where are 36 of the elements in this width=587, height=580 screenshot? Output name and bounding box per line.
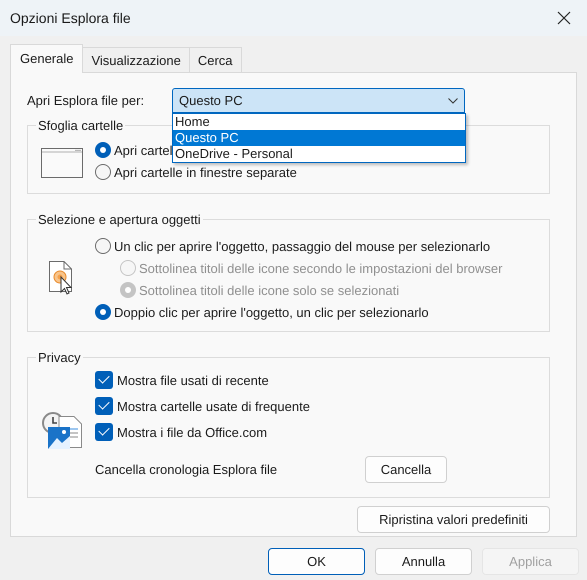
checkbox-label: Mostra i file da Office.com [117, 424, 268, 440]
checkbox[interactable] [95, 397, 113, 415]
dropdown-option[interactable]: Questo PC [173, 130, 465, 146]
clear-button[interactable]: Cancella [365, 456, 447, 482]
radio-label: Sottolinea titoli delle icone solo se selezionati [139, 282, 400, 298]
dropdown-option[interactable]: Home [173, 114, 465, 130]
tab[interactable]: Cerca [188, 47, 242, 72]
radio-label: Apri cartelle in finestre separate [114, 164, 297, 180]
checkbox-label: Mostra cartelle usate di frequente [117, 398, 310, 414]
radio-label: Doppio clic per aprire l'oggetto, un clic per selezionarlo [114, 304, 429, 320]
window-title: Opzioni Esplora file [10, 10, 131, 26]
chevron-down-icon [448, 98, 458, 104]
dropdown-option[interactable]: OneDrive - Personal [173, 146, 465, 162]
close-icon[interactable] [557, 11, 571, 25]
window-icon [40, 148, 82, 178]
checkbox[interactable] [95, 423, 113, 441]
group-title: Sfoglia cartelle [37, 118, 124, 133]
radio-label: Apri cartel [114, 142, 173, 158]
radio-button[interactable] [95, 164, 111, 180]
radio-label: Un clic per aprire l'oggetto, passaggio del mouse per selezionarlo [114, 238, 490, 254]
group-title: Selezione e apertura oggetti [37, 212, 202, 227]
group-title: Privacy [37, 350, 82, 365]
privacy-drawing [42, 412, 82, 450]
reset-button[interactable]: Ripristina valori predefiniti [357, 506, 550, 533]
radio-button[interactable] [95, 142, 111, 158]
radio-button[interactable] [95, 238, 111, 254]
checkbox[interactable] [95, 371, 113, 389]
radio-button[interactable] [95, 304, 111, 320]
folder-dropdown[interactable]: Questo PC [172, 88, 465, 113]
radio-label: Sottolinea titoli delle icone secondo le impostazioni del browser [139, 260, 502, 276]
dialog-button[interactable]: OK [268, 548, 365, 575]
action-label: Cancella cronologia Esplora file [95, 462, 278, 476]
checkbox-label: Mostra file usati di recente [117, 372, 269, 388]
field-label: Apri Esplora file per: [27, 93, 146, 108]
tab[interactable]: Generale [10, 44, 84, 73]
dialog-button[interactable]: Annulla [375, 548, 472, 575]
